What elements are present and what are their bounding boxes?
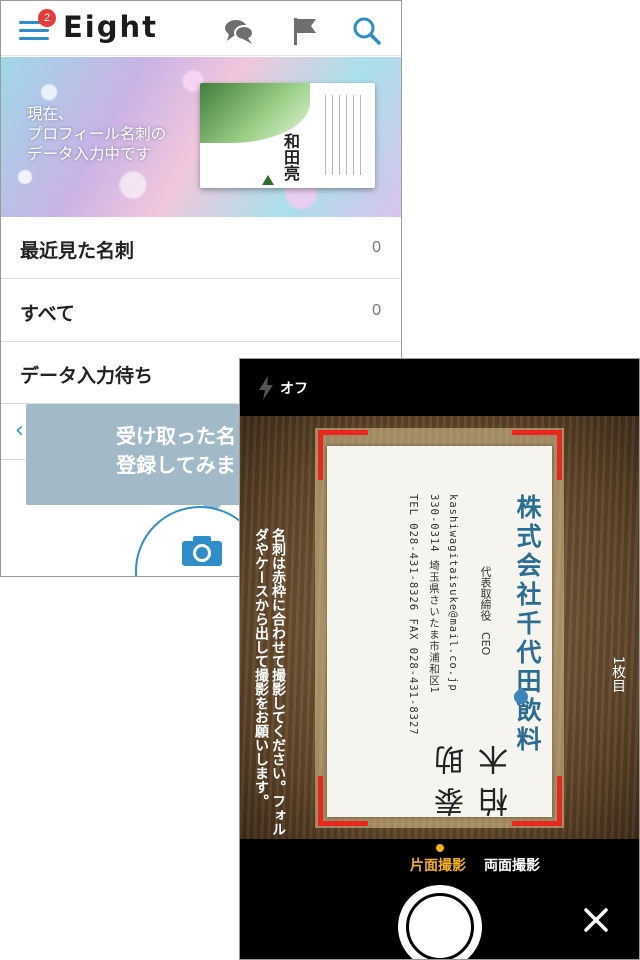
- profile-card-banner[interactable]: 現在、 プロフィール名刺の データ入力中です 和田亮: [1, 57, 401, 217]
- shutter-button[interactable]: [398, 885, 482, 959]
- list-item-count: 0: [372, 302, 381, 319]
- flash-toggle[interactable]: オフ: [280, 378, 308, 398]
- list-item-label: データ入力待ち: [20, 365, 154, 387]
- list-item-count: 0: [372, 239, 381, 256]
- list-item-recent[interactable]: 最近見た名刺 0: [1, 217, 401, 279]
- camera-viewfinder: 株式会社千代田飲料 代表取締役 CEO kashiwagitaisuke@mai…: [240, 416, 639, 839]
- card-email: kashiwagitaisuke@mail.co.jp: [447, 494, 459, 692]
- frame-corner: [512, 430, 562, 480]
- menu-button[interactable]: 2: [19, 9, 56, 45]
- card-name: 和田亮: [281, 133, 300, 181]
- frame-corner: [318, 776, 368, 826]
- camera-icon: [182, 536, 222, 566]
- app-title: Eight: [63, 10, 159, 44]
- mode-double-side[interactable]: 両面撮影: [484, 855, 540, 875]
- frame-corner: [318, 430, 368, 480]
- mode-single-side[interactable]: 片面撮影: [410, 855, 466, 875]
- camera-screen: オフ 株式会社千代田飲料 代表取締役 CEO kashiwagitaisuke@…: [239, 358, 640, 960]
- list-item-all[interactable]: すべて 0: [1, 280, 401, 342]
- shutter-ring: [406, 893, 474, 959]
- card-count: 1枚目: [610, 656, 626, 693]
- banner-text: 現在、 プロフィール名刺の データ入力中です: [27, 105, 167, 163]
- camera-bottombar: 片面撮影 両面撮影: [240, 839, 639, 959]
- app-header: 2 Eight: [1, 1, 401, 56]
- flash-icon[interactable]: [258, 376, 274, 400]
- notification-badge: 2: [38, 9, 56, 27]
- tooltip: 受け取った名 登録してみま: [26, 404, 266, 516]
- active-mode-indicator: [436, 844, 444, 852]
- list-item-label: 最近見た名刺: [20, 240, 135, 262]
- card-detail-lines: [325, 95, 365, 175]
- chat-icon[interactable]: [224, 17, 254, 45]
- card-address: 330-0314 埼玉県さいたま市浦和区1: [428, 494, 440, 694]
- triangle-icon: [262, 175, 274, 185]
- camera-topbar: オフ: [240, 359, 639, 416]
- list-item-label: すべて: [20, 303, 75, 325]
- profile-card-thumbnail: 和田亮: [200, 83, 375, 188]
- chevron-left-icon: ‹: [15, 418, 24, 443]
- search-icon[interactable]: [352, 17, 382, 45]
- flag-icon[interactable]: [290, 17, 320, 45]
- close-icon[interactable]: [580, 904, 612, 936]
- business-card: 株式会社千代田飲料 代表取締役 CEO kashiwagitaisuke@mai…: [327, 446, 552, 817]
- instruction-text: 名刺は赤枠に合わせて撮影してください。フォルダやケースから出して撮影をお願いしま…: [253, 528, 286, 836]
- card-phone: TEL 028-431-8326 FAX 028-431-8327: [407, 494, 419, 736]
- frame-corner: [512, 776, 562, 826]
- card-title: 代表取締役 CEO: [479, 566, 492, 656]
- card-person-name: 柏木泰助: [435, 733, 514, 817]
